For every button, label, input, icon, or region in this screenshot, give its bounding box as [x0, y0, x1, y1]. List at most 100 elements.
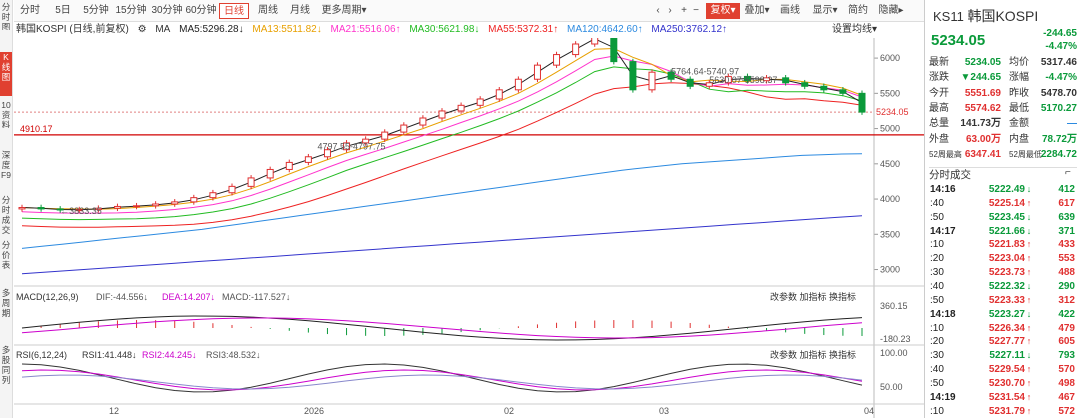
candle-body [247, 177, 255, 187]
trade-row: :40 5225.14 ↑ 617 [925, 196, 1080, 211]
period-monthly[interactable]: 月线 [286, 3, 314, 19]
trade-time: 14:16 [930, 184, 956, 195]
draw-button[interactable]: 画线 [776, 3, 804, 19]
zoom-in-icon[interactable]: + [678, 3, 690, 19]
macd-value: MACD:-117.527↓ [222, 292, 290, 302]
candle-body [304, 156, 312, 163]
mid-annotation: 4797.55-4797.75 [317, 142, 385, 152]
candle-body [686, 78, 694, 87]
sidebar-tab-depth[interactable]: 深度F9 [0, 150, 12, 190]
y-tick-label: 3500 [880, 229, 900, 239]
macd-dea: DEA:14.207↓ [162, 292, 215, 302]
trade-row: :40 5229.54 ↑ 570 [925, 362, 1080, 377]
y-tick-label: 5500 [880, 88, 900, 98]
period-5day[interactable]: 5日 [52, 3, 74, 19]
nav-right-icon[interactable]: › [664, 3, 676, 19]
trade-volume: 312 [1058, 294, 1075, 306]
candle-body [782, 77, 790, 84]
period-timeshare[interactable]: 分时 [16, 3, 44, 19]
candle-body [591, 38, 599, 45]
period-daily[interactable]: 日线 [219, 3, 249, 19]
sidebar-tab-multi-stock[interactable]: 多股同列 [0, 345, 12, 395]
rsi-hi: 100.00 [880, 348, 908, 358]
trade-time: :10 [930, 322, 944, 334]
quote-value: 63.00万 [965, 133, 1001, 145]
period-15min[interactable]: 15分钟 [114, 3, 148, 19]
quote-value: 5317.46 [1040, 57, 1077, 68]
trade-price: 5229.54 [988, 364, 1025, 376]
candle-body [209, 192, 217, 199]
period-60min[interactable]: 60分钟 [184, 3, 218, 19]
macd-hi: 360.15 [880, 301, 908, 311]
period-5min[interactable]: 5分钟 [82, 3, 110, 19]
trade-price: 5230.70 [988, 377, 1025, 389]
nav-left-icon[interactable]: ‹ [652, 3, 664, 19]
index-name: 韩国KOSPI [967, 8, 1039, 24]
trades-list: 14:16 5222.49 ↓ 412:40 5225.14 ↑ 617:50 5223.45… [925, 182, 1080, 418]
overlay-button[interactable]: 叠加▾ [740, 3, 774, 19]
simple-button[interactable]: 简约 [844, 3, 872, 19]
rsi-label: RSI(6,12,24) [16, 350, 67, 360]
candle-body [553, 54, 561, 66]
trade-price: 5223.04 [988, 253, 1025, 265]
hide-button[interactable]: 隐藏▸ [874, 3, 908, 19]
trade-row: :10 5231.79 ↑ 572 [925, 404, 1080, 419]
ma-gear-icon[interactable]: ⚙ [138, 24, 147, 35]
trade-time: :10 [930, 239, 944, 251]
trade-time: :30 [930, 267, 944, 279]
sidebar-tab-kline[interactable]: K线图 [0, 52, 12, 96]
period-weekly[interactable]: 周线 [254, 3, 282, 19]
candle-body [228, 185, 236, 194]
trade-volume: 371 [1058, 225, 1075, 237]
x-tick-label: 04 [864, 406, 874, 416]
trade-volume: 605 [1058, 336, 1075, 348]
sidebar-tab-info[interactable]: 10资料 [0, 100, 12, 128]
ma-settings-button[interactable]: 设置均线▾ [832, 22, 877, 38]
period-30min[interactable]: 30分钟 [150, 3, 184, 19]
candle-body [514, 78, 522, 91]
trade-volume: 467 [1058, 391, 1075, 403]
ma120-line [21, 153, 863, 249]
candle-body [113, 205, 121, 209]
quote-value: 2284.72 [1040, 148, 1077, 160]
candle-body [419, 117, 427, 126]
candle-body [152, 203, 160, 207]
quote-row: 今开 5551.69 昨收 5478.70 [925, 86, 1080, 101]
trade-volume: 290 [1058, 280, 1075, 292]
quote-label: 涨跌 [929, 72, 949, 84]
trade-row: :50 5223.45 ↓ 639 [925, 210, 1080, 225]
trade-price: 5223.73 [988, 267, 1025, 279]
rsi-links: 改参数 加指标 换指标 [770, 349, 856, 360]
trade-time: :50 [930, 211, 944, 223]
quote-value: 5478.70 [1040, 87, 1077, 99]
candle-body [266, 168, 274, 179]
more-periods-dropdown[interactable]: 更多周期▾ [319, 3, 369, 19]
macd-label: MACD(12,26,9) [16, 292, 79, 302]
trades-expand-icon[interactable]: ⌐ [1065, 167, 1071, 178]
rsi2-curve [21, 369, 863, 391]
trade-price: 5222.32 [988, 280, 1025, 292]
quote-value: 5170.27 [1040, 102, 1077, 114]
trade-price: 5227.77 [988, 336, 1025, 348]
trade-row: 14:18 5223.27 ↓ 422 [925, 307, 1080, 322]
zoom-out-icon[interactable]: − [690, 3, 702, 19]
candle-body [18, 207, 26, 210]
sidebar-tab-multi-period[interactable]: 多周期 [0, 288, 12, 324]
kline-chart[interactable]: 3000 3500 4000 4500 5000 5500 6000 4910.17 5234.… [14, 38, 924, 418]
sidebar-tab-trades[interactable]: 分时成交 [0, 195, 12, 235]
macd-lo: -180.23 [880, 334, 911, 344]
reference-line-label: 4910.17 [20, 124, 53, 134]
sidebar-tab-price-table[interactable]: 分价表 [0, 240, 12, 276]
adjust-button[interactable]: 复权▾ [706, 3, 740, 19]
candle-body [400, 124, 408, 133]
candle-body [37, 207, 45, 210]
quote-value: 5574.62 [964, 102, 1001, 114]
x-tick-label: 03 [659, 406, 669, 416]
trade-price: 5223.45 [988, 211, 1025, 223]
ma250-line [21, 215, 863, 275]
low-annotation: ←3833.35 [60, 206, 102, 216]
display-button[interactable]: 显示▾ [808, 3, 842, 19]
sidebar-tab-timeshare[interactable]: 分时图 [0, 2, 12, 30]
macd-dea-curve [21, 317, 863, 339]
quote-row: 最新 5234.05 均价 5317.46 [925, 55, 1080, 70]
